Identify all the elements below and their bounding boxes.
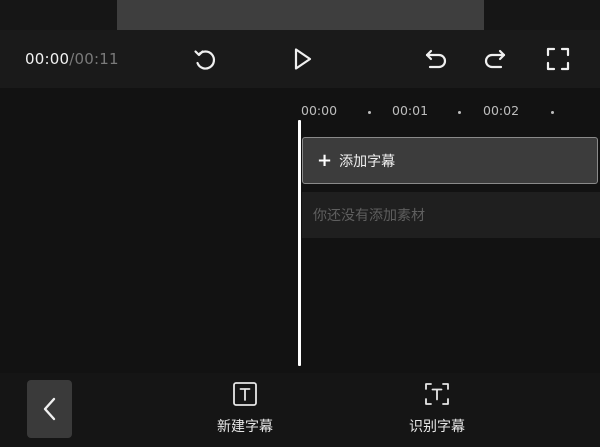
- caption-editor-screen: 00:00/00:11 00:00 00:01 00:02 + 添加字幕 你还没…: [0, 0, 600, 447]
- video-preview: [117, 0, 484, 30]
- ruler-dot: [551, 111, 554, 114]
- ruler-dot: [458, 111, 461, 114]
- total-time: /00:11: [69, 50, 119, 68]
- plus-icon: +: [317, 149, 333, 171]
- text-box-icon: [233, 382, 257, 406]
- empty-track-text: 你还没有添加素材: [313, 208, 425, 224]
- bottom-toolbar: 新建字幕 识别字幕: [0, 373, 600, 447]
- ruler-tick-label: 00:02: [483, 103, 520, 118]
- undo-button[interactable]: [421, 44, 451, 74]
- back-button[interactable]: [27, 380, 72, 438]
- new-caption-button[interactable]: 新建字幕: [205, 381, 285, 436]
- fullscreen-button[interactable]: [543, 44, 573, 74]
- add-caption-label: 添加字幕: [339, 153, 396, 170]
- reset-button[interactable]: [190, 44, 220, 74]
- chevron-left-icon: [43, 397, 55, 421]
- add-caption-button[interactable]: + 添加字幕: [302, 137, 598, 184]
- play-icon: [294, 48, 312, 70]
- ruler-tick-label: 00:01: [392, 103, 429, 118]
- play-button[interactable]: [287, 44, 317, 74]
- current-time: 00:00: [25, 50, 70, 68]
- ruler-dot: [368, 111, 371, 114]
- new-caption-label: 新建字幕: [217, 419, 273, 435]
- text-scan-icon: [425, 383, 449, 405]
- time-display: 00:00/00:11: [25, 50, 119, 68]
- rotate-ccw-icon: [194, 50, 216, 70]
- undo-icon: [425, 49, 447, 69]
- fullscreen-icon: [546, 47, 570, 71]
- empty-material-track: 你还没有添加素材: [302, 192, 600, 238]
- recognize-caption-button[interactable]: 识别字幕: [397, 381, 477, 436]
- recognize-caption-label: 识别字幕: [409, 419, 465, 435]
- ruler-tick-label: 00:00: [301, 103, 338, 118]
- playback-controls: 00:00/00:11: [0, 30, 600, 88]
- redo-button[interactable]: [480, 44, 510, 74]
- playhead[interactable]: [298, 120, 301, 366]
- redo-icon: [484, 49, 506, 69]
